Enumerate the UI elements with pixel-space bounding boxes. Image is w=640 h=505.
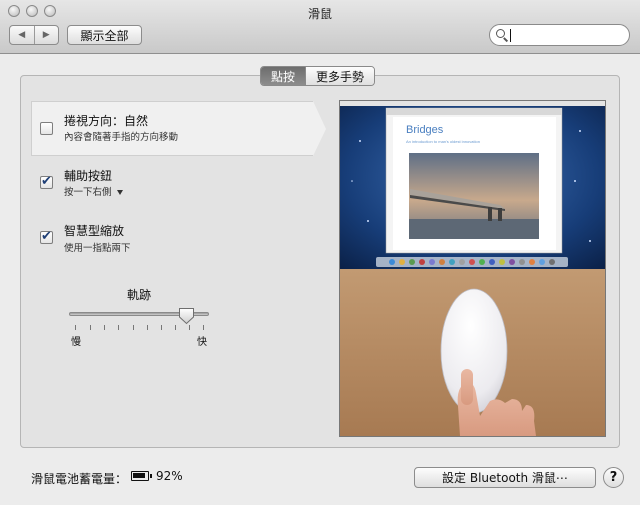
gesture-preview-video: Bridges An introduction to man's oldest … — [339, 100, 606, 437]
preferences-window: 滑鼠 ◀ ▶ 顯示全部 點按 更多手勢 捲視方向：自然 內容會隨著手指的方向移動… — [0, 0, 640, 505]
text-cursor — [510, 29, 511, 42]
show-all-button[interactable]: 顯示全部 — [67, 25, 142, 45]
slider-tick — [104, 325, 105, 330]
slider-tick — [75, 325, 76, 330]
search-input[interactable] — [512, 27, 622, 43]
slider-tick — [147, 325, 148, 330]
toolbar: 滑鼠 ◀ ▶ 顯示全部 — [0, 0, 640, 54]
preview-illustration: Bridges An introduction to man's oldest … — [340, 101, 605, 436]
window-title: 滑鼠 — [307, 7, 332, 21]
slider-tick — [203, 325, 204, 330]
smart-zoom-title: 智慧型縮放 — [64, 224, 125, 238]
forward-button[interactable]: ▶ — [33, 26, 59, 44]
slider-min-label: 慢 — [71, 337, 81, 348]
search-icon — [496, 29, 505, 38]
help-button[interactable]: ? — [603, 467, 624, 488]
tab-point-and-click[interactable]: 點按 — [261, 67, 306, 85]
slider-tick — [118, 325, 119, 330]
secondary-click-description: 按一下右側 — [64, 187, 112, 198]
slider-max-label: 快 — [197, 337, 207, 348]
secondary-click-checkbox[interactable] — [40, 174, 53, 189]
scroll-direction-checkbox[interactable] — [40, 122, 53, 135]
secondary-click-title: 輔助按鈕 — [64, 169, 113, 183]
search-field[interactable] — [489, 24, 630, 46]
preview-slide-title: Bridges — [406, 124, 444, 136]
scroll-direction-title: 捲視方向：自然 — [64, 114, 149, 128]
navigation-segment: ◀ ▶ — [9, 25, 59, 45]
slider-tick — [90, 325, 91, 330]
scroll-direction-description: 內容會隨著手指的方向移動 — [64, 132, 179, 143]
smart-zoom-description: 使用一指點兩下 — [64, 243, 131, 254]
battery-icon — [131, 471, 152, 481]
slider-tick — [161, 325, 162, 330]
tab-bar: 點按 更多手勢 — [260, 66, 376, 86]
slider-tick — [189, 325, 190, 330]
slider-tick — [133, 325, 134, 330]
back-button[interactable]: ◀ — [10, 26, 34, 44]
smart-zoom-checkbox[interactable] — [40, 229, 53, 244]
tracking-speed-label: 軌跡 — [127, 288, 152, 302]
tracking-speed-slider-thumb[interactable] — [178, 307, 195, 325]
dropdown-arrow-icon — [116, 190, 123, 195]
tab-more-gestures[interactable]: 更多手勢 — [305, 67, 375, 85]
setup-bluetooth-mouse-button[interactable]: 設定 Bluetooth 滑鼠⋯ — [414, 467, 596, 488]
secondary-click-dropdown[interactable]: 按一下右側 — [64, 184, 123, 198]
slider-tick — [175, 325, 176, 330]
battery-percent: 92% — [156, 469, 183, 483]
battery-level-label: 滑鼠電池蓄電量： — [31, 472, 128, 486]
preview-slide-subtitle: An introduction to man's oldest innovati… — [406, 139, 480, 144]
